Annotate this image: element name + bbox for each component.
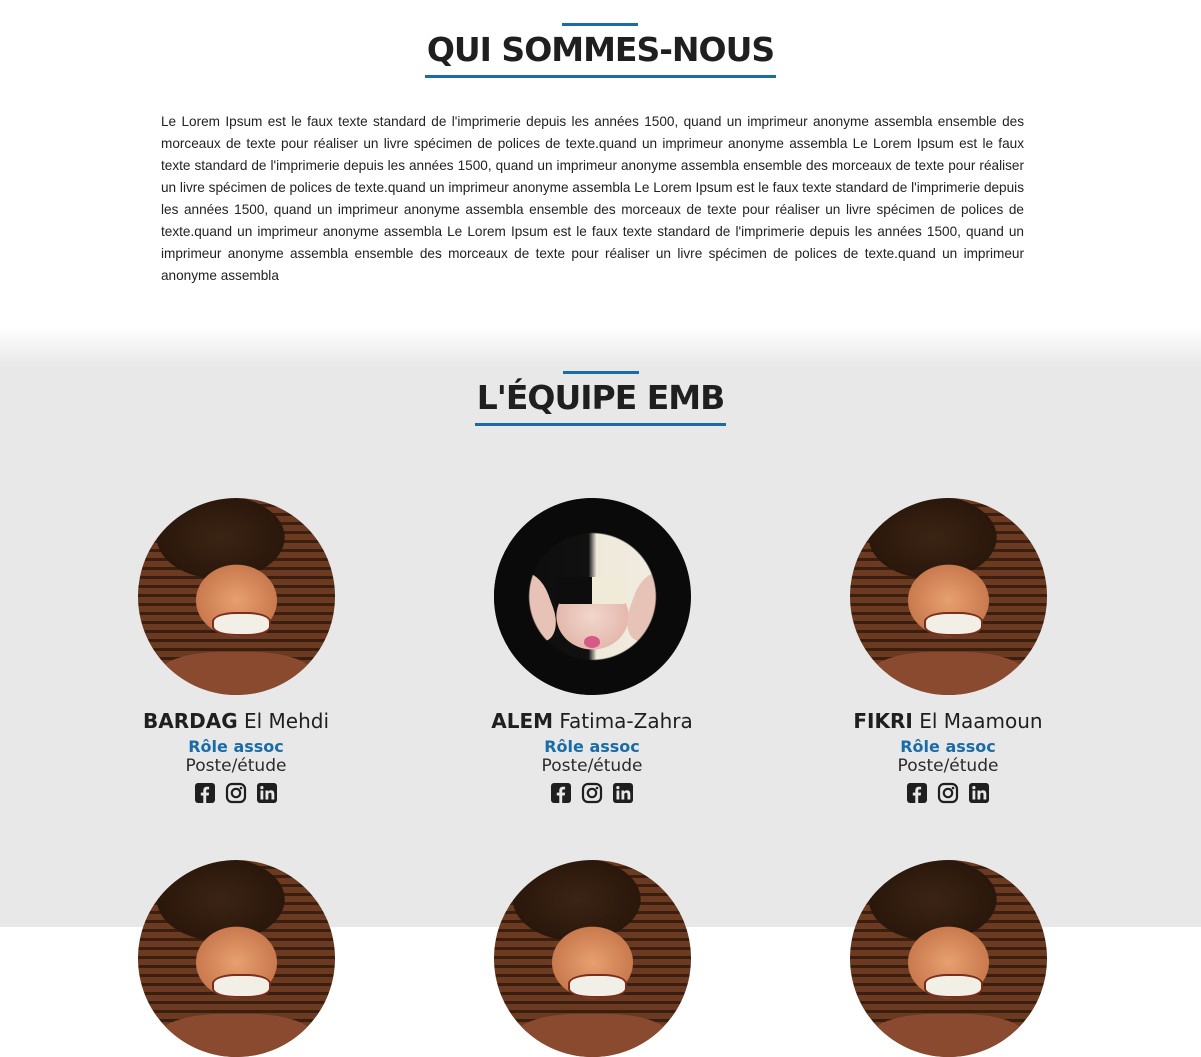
about-title-underline: QUI SOMMES-NOUS bbox=[424, 30, 777, 78]
linkedin-icon[interactable] bbox=[612, 782, 634, 804]
avatar bbox=[137, 860, 335, 1057]
about-section: QUI SOMMES-NOUS Le Lorem Ipsum est le fa… bbox=[0, 0, 1201, 330]
member-role: Rôle assoc bbox=[188, 737, 284, 756]
about-title-block: QUI SOMMES-NOUS bbox=[0, 30, 1201, 78]
team-title: L'ÉQUIPE EMB bbox=[476, 378, 726, 417]
member-role: Rôle assoc bbox=[544, 737, 640, 756]
member-name: BARDAG El Mehdi bbox=[86, 709, 386, 733]
social-links bbox=[86, 782, 386, 804]
team-member-card bbox=[798, 860, 1098, 1057]
instagram-icon[interactable] bbox=[581, 782, 603, 804]
linkedin-icon[interactable] bbox=[256, 782, 278, 804]
member-last-name: ALEM bbox=[491, 709, 554, 733]
avatar bbox=[137, 498, 335, 695]
member-first-name: El Maamoun bbox=[919, 709, 1043, 733]
member-name: FIKRI El Maamoun bbox=[798, 709, 1098, 733]
instagram-icon[interactable] bbox=[937, 782, 959, 804]
avatar bbox=[849, 498, 1047, 695]
facebook-icon[interactable] bbox=[194, 782, 216, 804]
member-post: Poste/étude bbox=[541, 756, 643, 776]
about-paragraph: Le Lorem Ipsum est le faux texte standar… bbox=[161, 114, 1024, 283]
team-member-card bbox=[442, 860, 742, 1057]
facebook-icon[interactable] bbox=[906, 782, 928, 804]
member-last-name: FIKRI bbox=[853, 709, 913, 733]
team-member-card: FIKRI El Maamoun Rôle assoc Poste/étude bbox=[798, 498, 1098, 804]
member-last-name: BARDAG bbox=[142, 709, 238, 733]
social-links bbox=[798, 782, 1098, 804]
team-member-card bbox=[86, 860, 386, 1057]
member-post: Poste/étude bbox=[185, 756, 287, 776]
team-title-block: L'ÉQUIPE EMB bbox=[0, 378, 1201, 426]
member-post: Poste/étude bbox=[897, 756, 999, 776]
linkedin-icon[interactable] bbox=[968, 782, 990, 804]
member-role: Rôle assoc bbox=[900, 737, 996, 756]
team-title-underline: L'ÉQUIPE EMB bbox=[474, 378, 727, 426]
avatar bbox=[849, 860, 1047, 1057]
member-first-name: El Mehdi bbox=[243, 709, 330, 733]
instagram-icon[interactable] bbox=[225, 782, 247, 804]
member-name: ALEM Fatima-Zahra bbox=[442, 709, 742, 733]
avatar bbox=[493, 860, 691, 1057]
team-section: L'ÉQUIPE EMB BARDAG El Mehdi Rôle assoc … bbox=[0, 330, 1201, 1057]
team-member-card: ALEM Fatima-Zahra Rôle assoc Poste/étude bbox=[442, 498, 742, 804]
about-title: QUI SOMMES-NOUS bbox=[426, 30, 775, 69]
member-first-name: Fatima-Zahra bbox=[559, 709, 693, 733]
facebook-icon[interactable] bbox=[550, 782, 572, 804]
avatar bbox=[493, 498, 691, 695]
social-links bbox=[442, 782, 742, 804]
team-member-card: BARDAG El Mehdi Rôle assoc Poste/étude bbox=[86, 498, 386, 804]
